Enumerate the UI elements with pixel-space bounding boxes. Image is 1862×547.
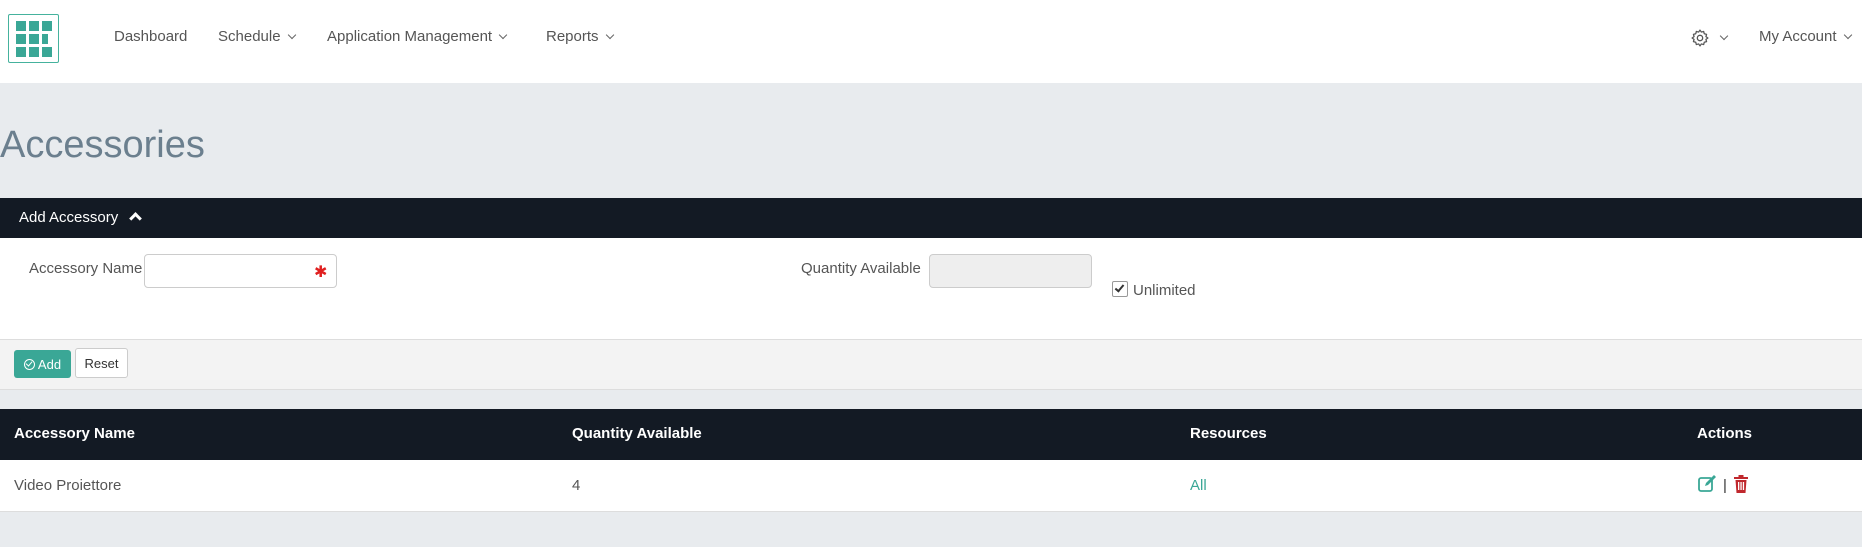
chevron-down-icon <box>1843 30 1852 40</box>
column-header-actions: Actions <box>1697 425 1753 442</box>
unlimited-label[interactable]: Unlimited <box>1133 282 1196 299</box>
chevron-down-icon <box>498 30 508 40</box>
top-navbar: Dashboard Schedule Application Managemen… <box>0 0 1862 83</box>
ok-circle-icon <box>23 358 35 370</box>
column-header-quantity-available: Quantity Available <box>572 425 702 442</box>
quantity-available-input[interactable] <box>929 254 1092 288</box>
page-title: Accessories <box>0 124 205 166</box>
add-accessory-panel-footer <box>0 339 1862 390</box>
add-accessory-panel-header[interactable]: Add Accessory <box>0 198 1862 238</box>
chevron-up-icon[interactable] <box>129 212 142 225</box>
gear-icon[interactable] <box>1690 28 1710 48</box>
logo-grid-icon[interactable] <box>8 14 59 63</box>
nav-reports[interactable]: Reports <box>546 28 614 45</box>
trash-icon[interactable] <box>1733 475 1749 493</box>
add-button[interactable]: Add <box>14 350 71 378</box>
chevron-down-icon <box>287 30 296 40</box>
chevron-down-icon <box>605 30 614 40</box>
accessory-name-label: Accessory Name <box>29 260 143 277</box>
add-accessory-title: Add Accessory <box>19 209 119 226</box>
required-icon: ✱ <box>314 264 328 281</box>
add-button-label: Add <box>37 356 62 372</box>
cell-resources-link[interactable]: All <box>1190 477 1207 494</box>
nav-application-management[interactable]: Application Management <box>327 28 508 45</box>
accessory-name-input[interactable] <box>144 254 337 288</box>
action-separator: | <box>1723 477 1727 494</box>
nav-my-account[interactable]: My Account <box>1759 28 1852 45</box>
nav-dashboard[interactable]: Dashboard <box>114 28 187 45</box>
column-header-accessory-name: Accessory Name <box>14 425 135 442</box>
cell-accessory-name: Video Proiettore <box>14 477 122 494</box>
chevron-down-icon[interactable] <box>1719 31 1729 41</box>
table-row <box>0 460 1862 512</box>
nav-schedule-label: Schedule <box>218 28 281 45</box>
nav-application-management-label: Application Management <box>327 28 493 45</box>
edit-icon[interactable] <box>1698 475 1718 493</box>
column-header-resources: Resources <box>1190 425 1267 442</box>
cell-quantity: 4 <box>572 477 581 494</box>
nav-reports-label: Reports <box>546 28 599 45</box>
accessories-table-header <box>0 409 1862 460</box>
nav-dashboard-label: Dashboard <box>114 28 188 45</box>
quantity-available-label: Quantity Available <box>801 260 921 277</box>
unlimited-checkbox[interactable] <box>1112 281 1128 297</box>
reset-button[interactable]: Reset <box>75 348 128 378</box>
checkmark-icon <box>1114 282 1125 293</box>
nav-schedule[interactable]: Schedule <box>218 28 296 45</box>
nav-my-account-label: My Account <box>1759 28 1837 45</box>
